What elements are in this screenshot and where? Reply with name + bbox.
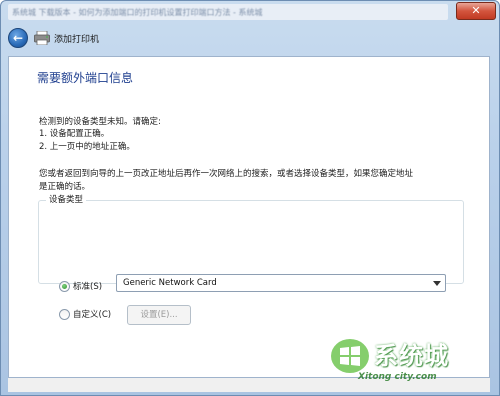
close-button[interactable]: ✕ — [456, 2, 496, 20]
standard-radio[interactable] — [59, 281, 70, 292]
page-heading: 需要额外端口信息 — [37, 71, 134, 85]
custom-radio[interactable] — [59, 309, 70, 320]
device-type-legend: 设备类型 — [46, 193, 87, 205]
wizard-title: 添加打印机 — [54, 35, 100, 45]
standard-radio-label[interactable]: 标准(S) — [73, 280, 102, 292]
device-type-selected-value: Generic Network Card — [123, 278, 217, 288]
site-watermark: 系统城 Xitong city.com — [330, 334, 495, 392]
description-line: 检测到的设备类型未知。请确定: — [39, 117, 161, 127]
window-title-bar: 系统城 下载版本 - 如何为添加端口的打印机设置打印端口方法 - 系统城 — [8, 4, 448, 20]
watermark-brand: 系统城 — [374, 342, 449, 370]
back-button[interactable]: ← — [8, 28, 28, 48]
description-line: 1. 设备配置正确。 — [39, 129, 110, 139]
device-type-group — [38, 200, 464, 284]
watermark-site: Xitong city.com — [358, 372, 437, 382]
windows-logo-icon — [331, 339, 369, 373]
description-line: 2. 上一页中的地址正确。 — [39, 142, 135, 152]
printer-icon — [34, 31, 50, 45]
custom-radio-label[interactable]: 自定义(C) — [73, 308, 111, 320]
device-type-select[interactable]: Generic Network Card — [116, 274, 446, 292]
advice-line: 您或者返回到向导的上一页改正地址后再作一次网络上的搜索，或者选择设备类型，如果您… — [39, 169, 414, 179]
settings-button: 设置(E)... — [127, 305, 191, 325]
navigation-bar: ← 添加打印机 — [1, 22, 499, 54]
window-title-text: 系统城 下载版本 - 如何为添加端口的打印机设置打印端口方法 - 系统城 — [12, 8, 263, 17]
chevron-down-icon — [433, 281, 441, 286]
advice-line: 是正确的话。 — [39, 182, 91, 192]
